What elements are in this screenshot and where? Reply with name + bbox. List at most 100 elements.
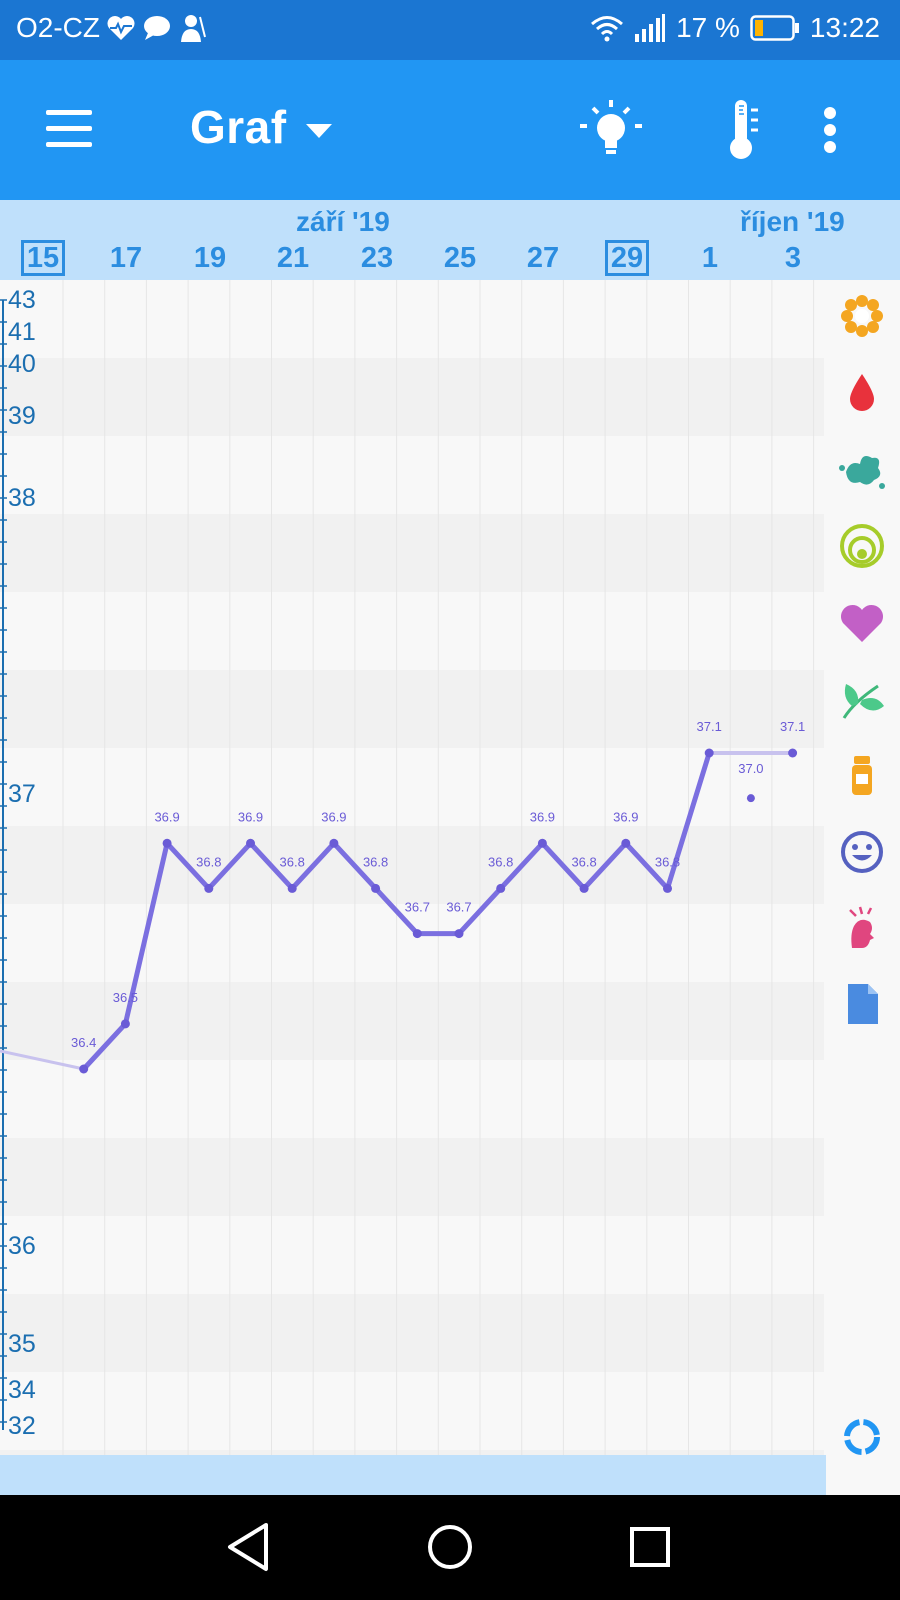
day-label[interactable]: 1 bbox=[688, 242, 732, 275]
leaf-icon[interactable] bbox=[838, 676, 886, 724]
sync-icon[interactable] bbox=[838, 1413, 886, 1461]
carrier-name: O2-CZ bbox=[16, 12, 100, 43]
y-tick-label: 32 bbox=[8, 1412, 36, 1440]
data-point[interactable] bbox=[329, 838, 339, 848]
cervix-icon[interactable] bbox=[838, 522, 886, 570]
heart-icon[interactable] bbox=[838, 600, 886, 648]
menu-button[interactable] bbox=[40, 110, 96, 150]
doctor-icon bbox=[181, 15, 206, 42]
home-icon[interactable] bbox=[420, 1517, 480, 1577]
month-label: září '19 bbox=[296, 206, 390, 237]
data-point[interactable] bbox=[162, 838, 172, 848]
data-label: 36.5 bbox=[113, 990, 138, 1005]
day-label[interactable]: 27 bbox=[521, 242, 565, 275]
recents-icon[interactable] bbox=[620, 1517, 680, 1577]
month-label: říjen '19 bbox=[740, 206, 845, 237]
chart-band bbox=[0, 748, 826, 826]
y-tick-label: 43 bbox=[8, 286, 36, 314]
more-options-button[interactable] bbox=[810, 96, 850, 166]
symptom-icons-column bbox=[824, 280, 900, 1455]
battery-icon bbox=[750, 15, 799, 41]
data-point[interactable] bbox=[79, 1064, 89, 1074]
data-label: 37.1 bbox=[697, 719, 722, 734]
y-tick-label: 37 bbox=[8, 780, 36, 808]
data-label: 36.9 bbox=[613, 809, 638, 824]
excluded-data-label: 37.0 bbox=[738, 761, 763, 776]
chart-band bbox=[0, 358, 826, 436]
data-label: 36.8 bbox=[655, 854, 680, 869]
data-label: 36.4 bbox=[71, 1035, 96, 1050]
day-label[interactable]: 25 bbox=[438, 242, 482, 275]
data-point[interactable] bbox=[663, 883, 672, 893]
chart-band bbox=[0, 1294, 826, 1372]
data-point[interactable] bbox=[287, 883, 297, 893]
data-label: 36.9 bbox=[321, 809, 346, 824]
data-label: 36.8 bbox=[280, 854, 305, 869]
chart-band bbox=[0, 1138, 826, 1216]
status-bar: O2-CZ 17 % 13:22 bbox=[0, 0, 900, 60]
temperature-button[interactable] bbox=[706, 96, 776, 166]
status-bar-left: O2-CZ bbox=[16, 12, 208, 44]
splash-icon[interactable] bbox=[838, 446, 886, 494]
blood-drop-icon[interactable] bbox=[838, 368, 886, 416]
y-tick-label: 36 bbox=[8, 1232, 36, 1260]
back-icon[interactable] bbox=[220, 1517, 280, 1577]
lightbulb-icon bbox=[580, 100, 642, 154]
day-label[interactable]: 17 bbox=[104, 242, 148, 275]
navigation-bar bbox=[0, 1495, 900, 1600]
data-label: 36.9 bbox=[530, 809, 555, 824]
dropdown-caret-icon[interactable] bbox=[306, 124, 332, 138]
chart-band bbox=[0, 280, 826, 358]
chart-band bbox=[0, 904, 826, 982]
chart-band bbox=[0, 1216, 826, 1294]
data-label: 36.7 bbox=[405, 900, 430, 915]
day-label[interactable]: 3 bbox=[771, 242, 815, 275]
day-label[interactable]: 19 bbox=[188, 242, 232, 275]
day-label[interactable]: 21 bbox=[271, 242, 315, 275]
chart-band bbox=[0, 436, 826, 514]
data-point[interactable] bbox=[120, 1019, 130, 1029]
data-label: 36.9 bbox=[154, 809, 179, 824]
head-pain-icon[interactable] bbox=[838, 904, 886, 952]
chart-band bbox=[0, 1372, 826, 1450]
battery-percent: 17 % bbox=[676, 12, 740, 43]
data-point[interactable] bbox=[246, 838, 255, 848]
y-tick-label: 39 bbox=[8, 402, 36, 430]
data-point[interactable] bbox=[204, 883, 214, 893]
smiley-icon[interactable] bbox=[838, 828, 886, 876]
chart-band bbox=[0, 1060, 826, 1138]
flower-icon[interactable] bbox=[838, 292, 886, 340]
temperature-chart[interactable]: 36.4 36.5 36.9 36.8 36.9 36.8 36.9 36.8 36.7 36.7… bbox=[0, 280, 826, 1455]
app-bar: Graf bbox=[0, 60, 900, 200]
document-icon[interactable] bbox=[838, 980, 886, 1028]
day-label[interactable]: 23 bbox=[355, 242, 399, 275]
data-point[interactable] bbox=[704, 748, 714, 758]
data-point[interactable] bbox=[412, 929, 422, 939]
day-label[interactable]: 29 bbox=[605, 240, 649, 276]
page-title[interactable]: Graf bbox=[190, 100, 287, 154]
data-label: 36.7 bbox=[446, 900, 471, 915]
y-tick-label: 35 bbox=[8, 1330, 36, 1358]
day-label[interactable]: 15 bbox=[21, 240, 65, 276]
chart-bottom-bar bbox=[0, 1455, 826, 1495]
heart-pulse-icon bbox=[107, 16, 135, 40]
data-point[interactable] bbox=[537, 838, 547, 848]
data-label: 37.1 bbox=[780, 719, 805, 734]
chart-canvas[interactable]: 36.4 36.5 36.9 36.8 36.9 36.8 36.9 36.8 36.7 36.7… bbox=[0, 280, 826, 1455]
pill-bottle-icon[interactable] bbox=[838, 752, 886, 800]
chat-icon bbox=[144, 16, 170, 40]
tips-button[interactable] bbox=[576, 96, 646, 166]
y-tick-label: 40 bbox=[8, 350, 36, 378]
data-point[interactable] bbox=[621, 838, 631, 848]
data-label: 36.8 bbox=[196, 854, 221, 869]
y-tick-label: 38 bbox=[8, 484, 36, 512]
data-label: 36.8 bbox=[571, 854, 596, 869]
data-point[interactable] bbox=[454, 929, 464, 939]
data-point[interactable] bbox=[371, 883, 381, 893]
data-point[interactable] bbox=[579, 883, 589, 893]
excluded-data-point[interactable] bbox=[746, 794, 755, 803]
chart-band bbox=[0, 670, 826, 748]
chart-band bbox=[0, 514, 826, 592]
data-point[interactable] bbox=[496, 883, 506, 893]
data-point[interactable] bbox=[788, 748, 798, 758]
